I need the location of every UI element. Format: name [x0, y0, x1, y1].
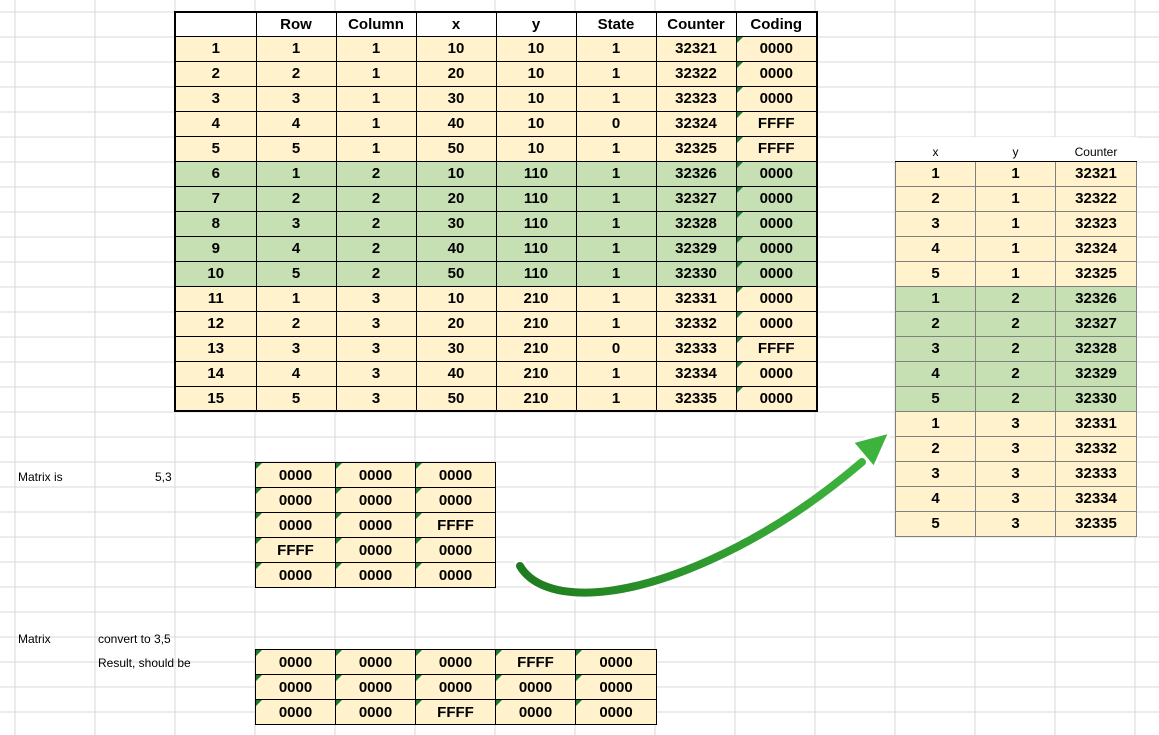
curved-arrow-shape [513, 430, 892, 600]
